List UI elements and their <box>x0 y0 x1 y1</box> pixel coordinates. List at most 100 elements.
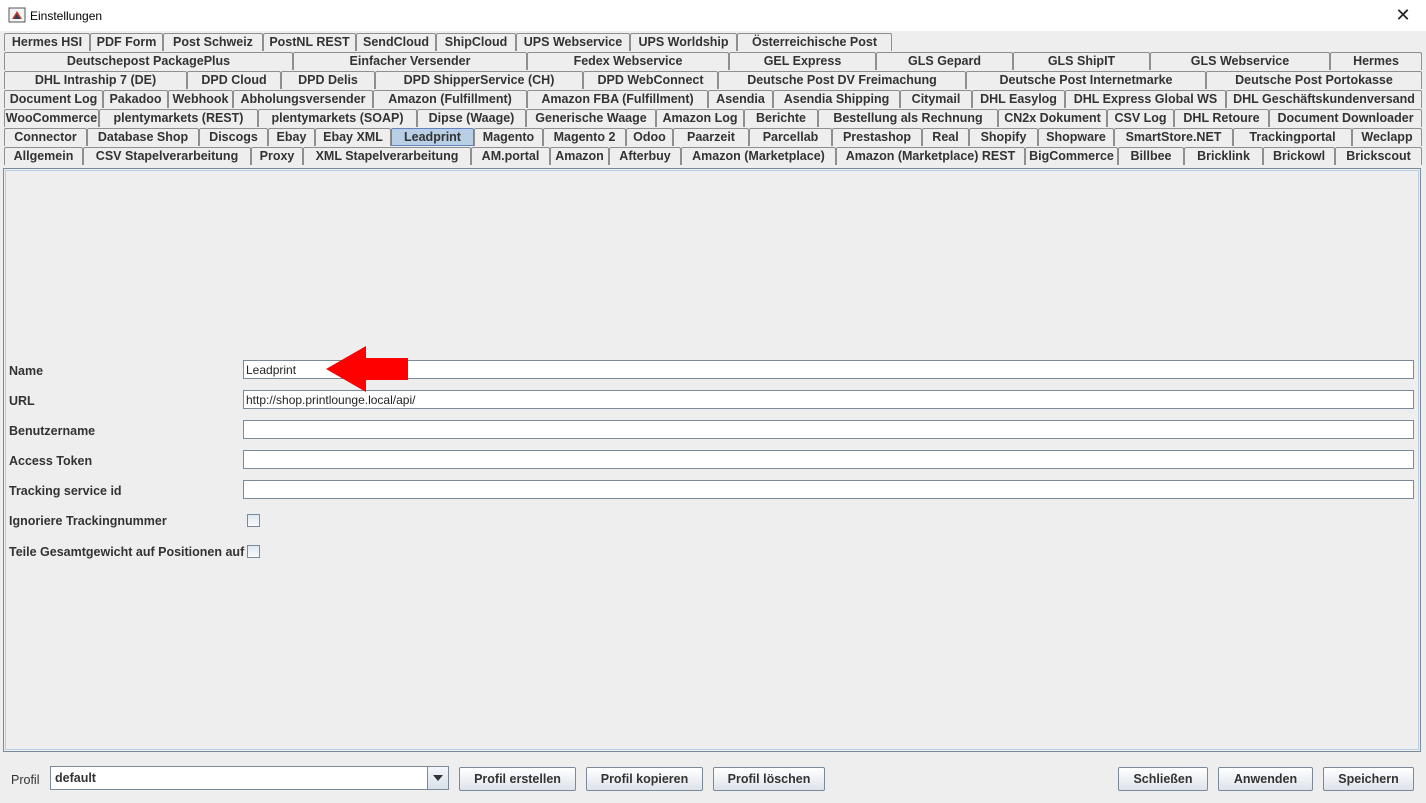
tab-xml-stapelverarbeitung[interactable]: XML Stapelverarbeitung <box>303 147 471 165</box>
tab-deutschepost-packageplus[interactable]: Deutschepost PackagePlus <box>4 52 293 70</box>
tab-leadprint[interactable]: Leadprint <box>391 128 474 146</box>
tab-amazon[interactable]: Amazon <box>550 147 609 165</box>
url-input[interactable] <box>243 390 1414 409</box>
save-button[interactable]: Speichern <box>1323 767 1414 791</box>
tab-discogs[interactable]: Discogs <box>199 128 268 146</box>
tab-dhl-retoure[interactable]: DHL Retoure <box>1174 109 1269 127</box>
tab-database-shop[interactable]: Database Shop <box>87 128 199 146</box>
tab-dhl-geschäftskundenversand[interactable]: DHL Geschäftskundenversand <box>1226 90 1422 108</box>
tab-csv-log[interactable]: CSV Log <box>1107 109 1174 127</box>
tab-proxy[interactable]: Proxy <box>251 147 303 165</box>
tab-woocommerce[interactable]: WooCommerce <box>4 109 99 127</box>
username-input[interactable] <box>243 420 1414 439</box>
tab-bigcommerce[interactable]: BigCommerce <box>1025 147 1118 165</box>
tab-am-portal[interactable]: AM.portal <box>471 147 550 165</box>
tab-gel-express[interactable]: GEL Express <box>729 52 876 70</box>
tab-sendcloud[interactable]: SendCloud <box>356 33 436 51</box>
tab-citymail[interactable]: Citymail <box>900 90 972 108</box>
tab-dhl-express-global-ws[interactable]: DHL Express Global WS <box>1065 90 1226 108</box>
tab-deutsche-post-dv-freimachung[interactable]: Deutsche Post DV Freimachung <box>718 71 966 89</box>
tab-pdf-form[interactable]: PDF Form <box>90 33 163 51</box>
tab-csv-stapelverarbeitung[interactable]: CSV Stapelverarbeitung <box>83 147 251 165</box>
tab-cn2x-dokument[interactable]: CN2x Dokument <box>998 109 1107 127</box>
tab-parcellab[interactable]: Parcellab <box>749 128 832 146</box>
tab-connector[interactable]: Connector <box>4 128 87 146</box>
tab-plentymarkets-soap[interactable]: plentymarkets (SOAP) <box>258 109 417 127</box>
tab-real[interactable]: Real <box>922 128 969 146</box>
close-icon[interactable]: ✕ <box>1380 0 1426 31</box>
close-button[interactable]: Schließen <box>1118 767 1208 791</box>
tab-ebay-xml[interactable]: Ebay XML <box>315 128 391 146</box>
title-bar: Einstellungen ✕ <box>0 0 1426 31</box>
tab-plentymarkets-rest[interactable]: plentymarkets (REST) <box>99 109 258 127</box>
tab-österreichische-post[interactable]: Österreichische Post <box>737 33 892 51</box>
tab-generische-waage[interactable]: Generische Waage <box>526 109 656 127</box>
tab-weclapp[interactable]: Weclapp <box>1352 128 1422 146</box>
access-token-input[interactable] <box>243 450 1414 469</box>
tab-hermes[interactable]: Hermes <box>1330 52 1422 70</box>
tab-ups-worldship[interactable]: UPS Worldship <box>630 33 737 51</box>
tab-dpd-cloud[interactable]: DPD Cloud <box>187 71 281 89</box>
tab-magento[interactable]: Magento <box>474 128 543 146</box>
tab-deutsche-post-internetmarke[interactable]: Deutsche Post Internetmarke <box>966 71 1206 89</box>
tab-gls-shipit[interactable]: GLS ShipIT <box>1013 52 1150 70</box>
delete-profile-button[interactable]: Profil löschen <box>713 767 825 791</box>
tab-post-schweiz[interactable]: Post Schweiz <box>163 33 263 51</box>
tab-postnl-rest[interactable]: PostNL REST <box>263 33 356 51</box>
dropdown-arrow-icon[interactable] <box>427 767 448 789</box>
tab-fedex-webservice[interactable]: Fedex Webservice <box>527 52 729 70</box>
tab-magento-2[interactable]: Magento 2 <box>543 128 626 146</box>
tab-webhook[interactable]: Webhook <box>168 90 233 108</box>
tab-brickscout[interactable]: Brickscout <box>1335 147 1422 165</box>
window-title: Einstellungen <box>30 9 103 23</box>
tab-deutsche-post-portokasse[interactable]: Deutsche Post Portokasse <box>1206 71 1422 89</box>
tab-ebay[interactable]: Ebay <box>268 128 315 146</box>
tab-amazon-marketplace[interactable]: Amazon (Marketplace) <box>681 147 836 165</box>
tab-dpd-shipperservice-ch[interactable]: DPD ShipperService (CH) <box>375 71 583 89</box>
tab-trackingportal[interactable]: Trackingportal <box>1233 128 1352 146</box>
tab-billbee[interactable]: Billbee <box>1118 147 1184 165</box>
copy-profile-button[interactable]: Profil kopieren <box>586 767 703 791</box>
tab-hermes-hsi[interactable]: Hermes HSI <box>4 33 90 51</box>
tab-ups-webservice[interactable]: UPS Webservice <box>516 33 630 51</box>
profile-select[interactable]: default <box>50 766 449 790</box>
tab-abholungsversender[interactable]: Abholungsversender <box>233 90 373 108</box>
tab-gls-gepard[interactable]: GLS Gepard <box>876 52 1013 70</box>
tracking-service-id-input[interactable] <box>243 480 1414 499</box>
tab-dpd-delis[interactable]: DPD Delis <box>281 71 375 89</box>
tab-amazon-log[interactable]: Amazon Log <box>656 109 744 127</box>
create-profile-button[interactable]: Profil erstellen <box>459 767 576 791</box>
tab-dhl-easylog[interactable]: DHL Easylog <box>972 90 1065 108</box>
apply-button[interactable]: Anwenden <box>1218 767 1313 791</box>
tab-amazon-fulfillment[interactable]: Amazon (Fulfillment) <box>373 90 527 108</box>
tab-odoo[interactable]: Odoo <box>626 128 673 146</box>
tab-shipcloud[interactable]: ShipCloud <box>436 33 516 51</box>
tab-einfacher-versender[interactable]: Einfacher Versender <box>293 52 527 70</box>
tab-gls-webservice[interactable]: GLS Webservice <box>1150 52 1330 70</box>
tab-dipse-waage[interactable]: Dipse (Waage) <box>417 109 526 127</box>
tab-shopware[interactable]: Shopware <box>1038 128 1114 146</box>
tab-prestashop[interactable]: Prestashop <box>832 128 922 146</box>
tab-document-log[interactable]: Document Log <box>4 90 103 108</box>
tab-pakadoo[interactable]: Pakadoo <box>103 90 168 108</box>
tab-afterbuy[interactable]: Afterbuy <box>609 147 681 165</box>
ignore-tracking-checkbox[interactable] <box>247 514 260 527</box>
tab-smartstore-net[interactable]: SmartStore.NET <box>1114 128 1233 146</box>
name-input[interactable] <box>243 360 1414 379</box>
tab-bricklink[interactable]: Bricklink <box>1184 147 1263 165</box>
split-weight-checkbox[interactable] <box>247 545 260 558</box>
tab-asendia-shipping[interactable]: Asendia Shipping <box>773 90 900 108</box>
tab-dpd-webconnect[interactable]: DPD WebConnect <box>583 71 718 89</box>
tab-amazon-fba-fulfillment[interactable]: Amazon FBA (Fulfillment) <box>527 90 708 108</box>
tab-amazon-marketplace-rest[interactable]: Amazon (Marketplace) REST <box>836 147 1025 165</box>
tab-allgemein[interactable]: Allgemein <box>4 147 83 165</box>
username-label: Benutzername <box>9 424 96 438</box>
tab-berichte[interactable]: Berichte <box>744 109 818 127</box>
tab-paarzeit[interactable]: Paarzeit <box>673 128 749 146</box>
tab-bestellung-als-rechnung[interactable]: Bestellung als Rechnung <box>818 109 998 127</box>
tab-document-downloader[interactable]: Document Downloader <box>1269 109 1422 127</box>
tab-brickowl[interactable]: Brickowl <box>1263 147 1335 165</box>
tab-shopify[interactable]: Shopify <box>969 128 1038 146</box>
tab-asendia[interactable]: Asendia <box>708 90 773 108</box>
tab-dhl-intraship-7-de[interactable]: DHL Intraship 7 (DE) <box>4 71 187 89</box>
